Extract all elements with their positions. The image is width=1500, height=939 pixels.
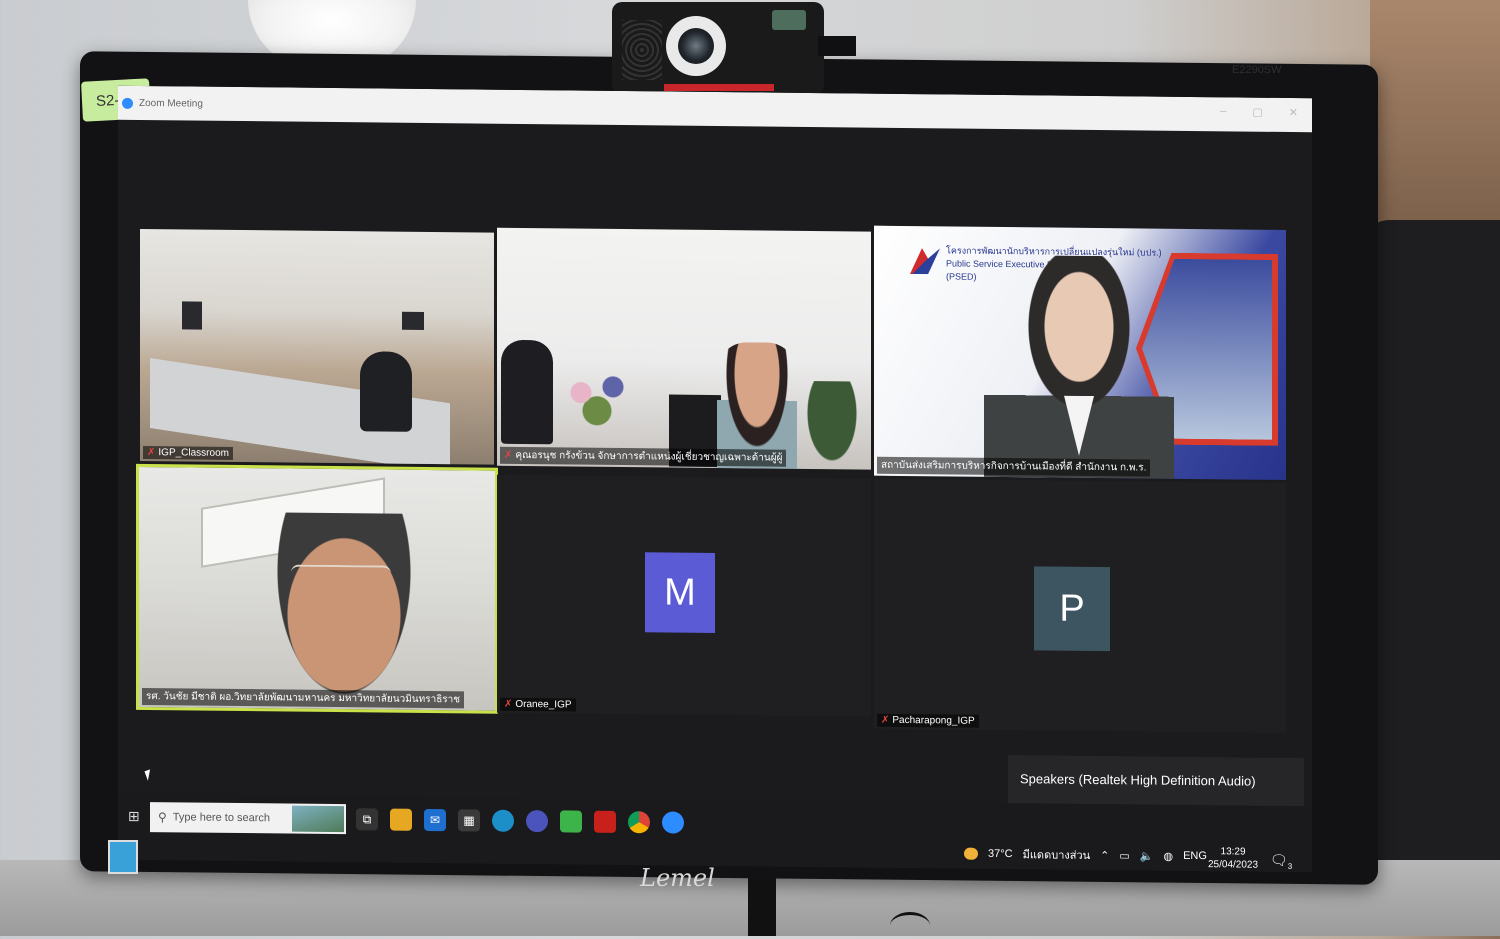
seated-participant	[360, 351, 412, 432]
muted-mic-icon: ✗	[147, 447, 156, 459]
teams-icon[interactable]	[526, 810, 548, 833]
minimize-button[interactable]: –	[1220, 105, 1226, 118]
store-icon[interactable]: ▦	[458, 809, 480, 832]
energy-star-label-icon	[108, 840, 138, 874]
window-controls: – ▢ ✕	[1220, 105, 1298, 119]
video-tile-institute[interactable]: โครงการพัฒนานักบริหารการเปลี่ยนแปลงรุ่นใ…	[874, 225, 1286, 480]
monitor-brand-logo: Lemel	[640, 864, 715, 892]
weather-condition[interactable]: มีแดดบางส่วน	[1023, 845, 1091, 864]
office-chair	[1360, 220, 1500, 936]
notification-count: 3	[1287, 861, 1293, 871]
system-tray: 37°C มีแดดบางส่วน ⌃ ▭ 🔈 ◍ ENG	[964, 845, 1207, 866]
weather-icon[interactable]	[964, 847, 978, 860]
taskbar-search-box[interactable]: ⚲ Type here to search	[150, 802, 346, 835]
webcam-accent-strip	[664, 84, 774, 91]
maximize-button[interactable]: ▢	[1252, 106, 1262, 119]
monitor-cable	[890, 912, 930, 939]
muted-mic-icon: ✗	[504, 449, 513, 461]
video-tile-igp-classroom[interactable]: ✗ IGP_Classroom	[140, 228, 494, 465]
mail-icon[interactable]: ✉	[424, 808, 446, 832]
network-icon[interactable]: ▭	[1119, 849, 1129, 862]
video-tile-pacharapong[interactable]: P ✗ Pacharapong_IGP	[874, 478, 1286, 733]
shirt-collar	[1064, 396, 1094, 456]
weather-temp[interactable]: 37°C	[988, 848, 1013, 860]
windows-taskbar: ⊞ ⚲ Type here to search ⧉ ✉ ▦ 37°C มีแดด…	[118, 793, 1312, 873]
eyeglasses	[291, 564, 391, 590]
photographer	[501, 339, 553, 445]
windows-start-icon[interactable]: ⊞	[128, 808, 140, 825]
notification-center-icon[interactable]: 🗨3	[1270, 852, 1292, 871]
window-title: Zoom Meeting	[139, 97, 203, 110]
mouse-cursor-icon	[144, 769, 154, 781]
avatar: M	[645, 552, 715, 633]
participant-name-label: ✗ Oranee_IGP	[500, 697, 576, 712]
pinned-apps: ⧉ ✉ ▦	[356, 808, 684, 834]
volume-tray-icon[interactable]: 🔈	[1140, 849, 1154, 862]
webcam-clip	[818, 36, 856, 56]
participant-name: Oranee_IGP	[515, 698, 572, 711]
close-button[interactable]: ✕	[1289, 106, 1298, 119]
classroom-tv	[182, 301, 202, 330]
participant-name-label: ✗ คุณอรนุช กรังข้วน จักษาการตำแหน่งผู้เชี…	[500, 446, 787, 467]
video-tile-active-speaker[interactable]: รศ. วันชัย มีชาติ ผอ.วิทยาลัยพัฒนามหานคร…	[136, 463, 498, 714]
wall-shelf	[1370, 0, 1500, 230]
edge-icon[interactable]	[492, 809, 514, 832]
screen: Zoom Meeting – ▢ ✕ ✗ IGP_Classroom ✗ คุณอร…	[118, 85, 1312, 873]
monitor-model-label: E2290SW	[1232, 64, 1282, 76]
presenter-woman	[984, 254, 1174, 479]
video-tile-oranuch[interactable]: ✗ คุณอรนุช กรังข้วน จักษาการตำแหน่งผู้เชี…	[497, 227, 871, 470]
audio-device-name[interactable]: Speakers (Realtek High Definition Audio)	[1020, 771, 1256, 788]
task-view-icon[interactable]: ⧉	[356, 808, 378, 831]
muted-mic-icon: ✗	[504, 698, 513, 710]
zoom-app-icon	[122, 97, 133, 109]
program-logo-icon	[910, 248, 940, 274]
webcam-privacy-tab	[772, 10, 806, 30]
classroom-tv-right	[402, 311, 424, 330]
microphone-tray-icon[interactable]: ◍	[1163, 849, 1173, 862]
participant-name: สถาบันส่งเสริมการบริหารกิจการบ้านเมืองที…	[881, 459, 1147, 474]
speaker-man	[269, 512, 419, 710]
potted-plant	[807, 380, 857, 462]
webcam-grill	[622, 20, 662, 80]
participant-name: IGP_Classroom	[158, 447, 229, 459]
search-highlight-image	[292, 805, 344, 833]
chrome-icon[interactable]	[628, 811, 650, 834]
monitor-stand	[748, 878, 776, 936]
participant-name-label: รศ. วันชัย มีชาติ ผอ.วิทยาลัยพัฒนามหานคร…	[142, 687, 465, 709]
participant-name-label: ✗ Pacharapong_IGP	[877, 713, 979, 728]
search-icon: ⚲	[158, 810, 167, 825]
tray-chevron-icon[interactable]: ⌃	[1100, 849, 1109, 862]
flower-vase	[557, 368, 637, 430]
video-tile-oranee[interactable]: M ✗ Oranee_IGP	[497, 474, 871, 717]
webcam-lens	[678, 28, 714, 64]
participant-name: คุณอรนุช กรังข้วน จักษาการตำแหน่งผู้เชี่…	[515, 449, 783, 464]
file-explorer-icon[interactable]	[390, 808, 412, 831]
input-language[interactable]: ENG	[1183, 850, 1207, 862]
participant-name-label: ✗ IGP_Classroom	[143, 446, 233, 460]
muted-mic-icon: ✗	[881, 714, 890, 726]
acrobat-icon[interactable]	[594, 810, 616, 833]
avatar: P	[1034, 566, 1110, 652]
clock-time: 13:29	[1220, 846, 1246, 858]
line-icon[interactable]	[560, 810, 582, 833]
clock-date: 25/04/2023	[1208, 859, 1259, 871]
participant-name-label: สถาบันส่งเสริมการบริหารกิจการบ้านเมืองที…	[877, 456, 1151, 477]
taskbar-clock[interactable]: 13:29 25/04/2023	[1208, 845, 1258, 872]
zoom-icon[interactable]	[662, 811, 684, 834]
participant-name: Pacharapong_IGP	[892, 714, 975, 727]
search-placeholder: Type here to search	[172, 811, 271, 825]
participant-name: รศ. วันชัย มีชาติ ผอ.วิทยาลัยพัฒนามหานคร…	[146, 691, 461, 706]
webcam	[612, 2, 824, 94]
